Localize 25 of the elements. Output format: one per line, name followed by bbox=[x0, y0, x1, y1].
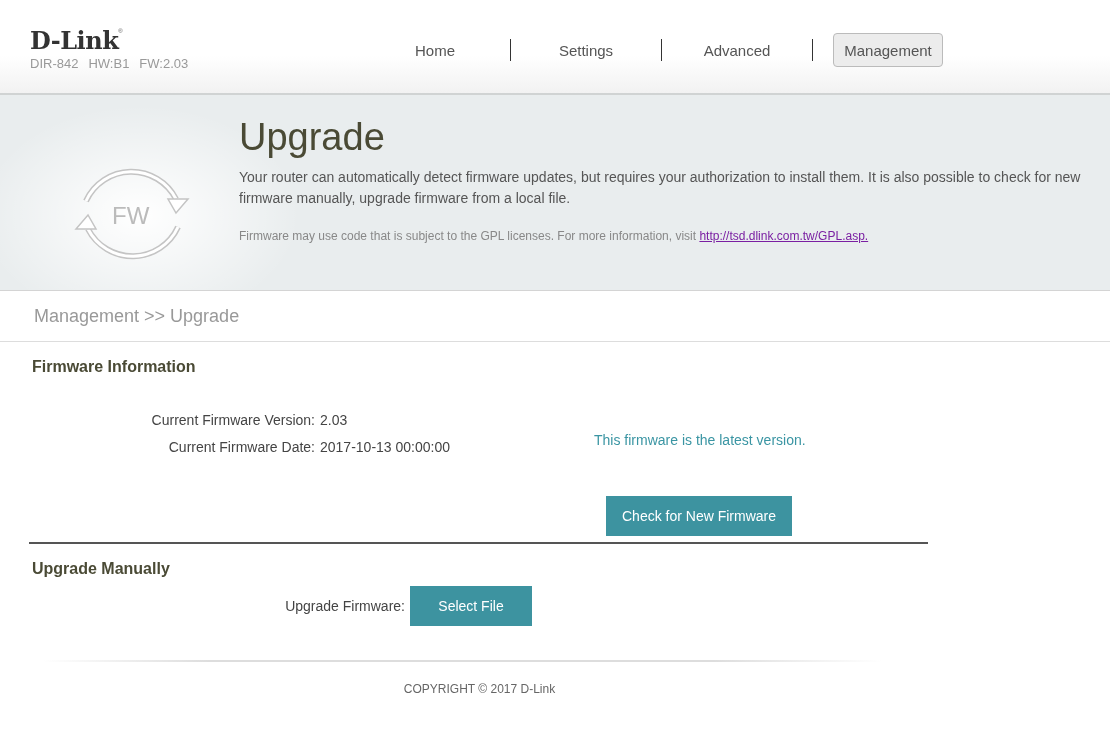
nav-tab[interactable]: Settings bbox=[531, 33, 641, 67]
field-value: 2017-10-13 00:00:00 bbox=[320, 439, 450, 457]
hardware-version: HW:B1 bbox=[88, 56, 130, 71]
field-value: 2.03 bbox=[320, 412, 348, 430]
gpl-note: Firmware may use code that is subject to the GPL licenses. For more information, visit http://tsd.dlink.com.tw/GPL.asp. bbox=[239, 229, 870, 243]
section-heading: Firmware Information bbox=[32, 358, 197, 376]
model-label: DIR-842 bbox=[30, 56, 79, 71]
logo: D-Link bbox=[30, 28, 119, 54]
field-label: Current Firmware Date: bbox=[167, 439, 316, 457]
firmware-version: FW:2.03 bbox=[139, 56, 189, 71]
status-message: This firmware is the latest version. bbox=[594, 432, 806, 448]
page-title: Upgrade bbox=[239, 115, 386, 159]
field-label: Upgrade Firmware: bbox=[284, 598, 406, 614]
select-file-button[interactable]: Select File bbox=[410, 586, 532, 626]
section-heading: Upgrade Manually bbox=[32, 560, 171, 578]
copyright-text: COPYRIGHT © 2017 D-Link bbox=[403, 682, 556, 696]
breadcrumb: Management >> Upgrade bbox=[34, 305, 240, 327]
nav-tab[interactable]: Management bbox=[833, 33, 943, 67]
gpl-link[interactable]: http://tsd.dlink.com.tw/GPL.asp. bbox=[699, 229, 869, 243]
check-firmware-button[interactable]: Check for New Firmware bbox=[606, 496, 793, 536]
nav-tab[interactable]: Advanced bbox=[682, 33, 792, 67]
field-label: Current Firmware Version: bbox=[150, 412, 316, 430]
icon-label: FW bbox=[112, 202, 150, 230]
nav-tab[interactable]: Home bbox=[380, 33, 490, 67]
description-text: Your router can automatically detect firmware updates, but requires your authorization to install them. It is also possible to check for new firmware manually, upgrade firmware from a local file. bbox=[239, 168, 1082, 208]
